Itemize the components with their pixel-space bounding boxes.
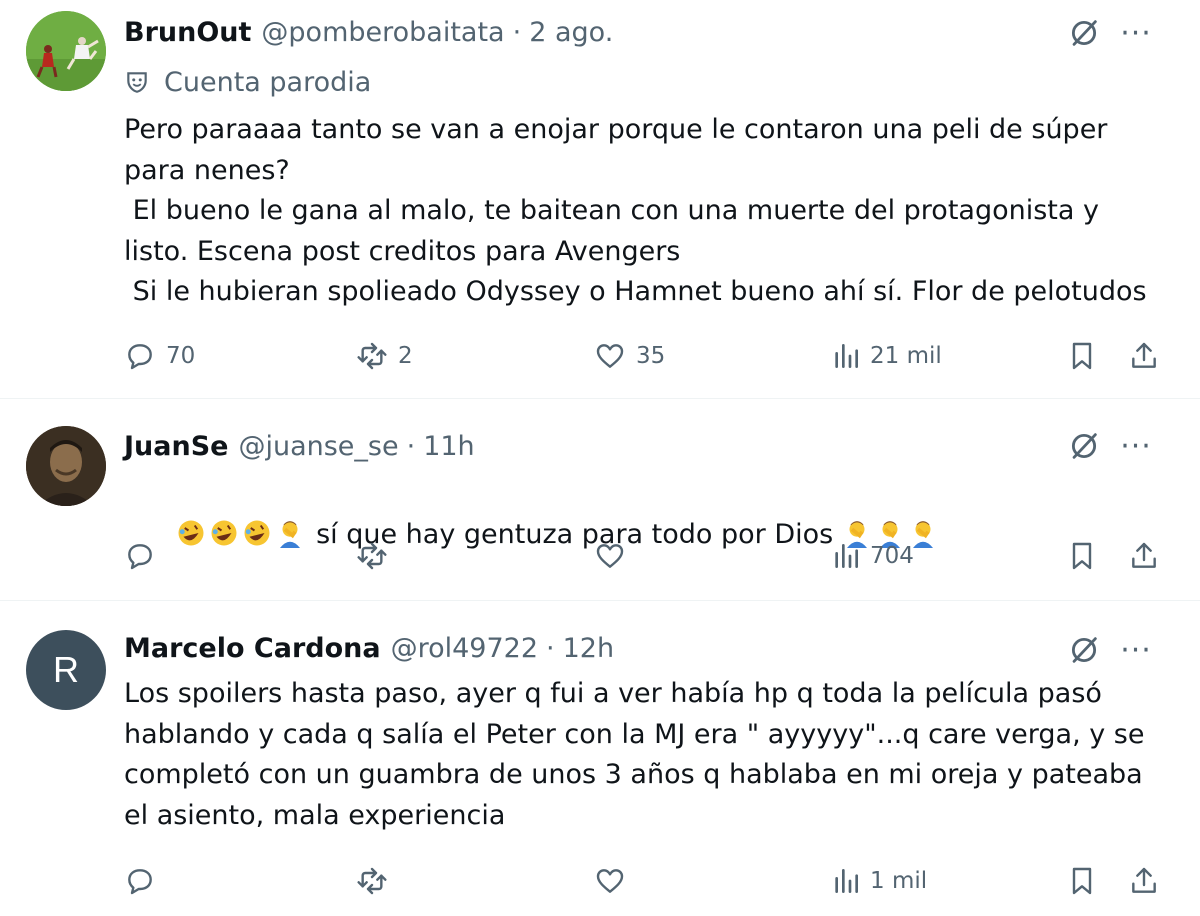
bookmark-icon	[1072, 867, 1092, 895]
bookmark-icon	[1072, 542, 1092, 570]
reply-icon	[128, 344, 152, 370]
views-icon	[835, 344, 858, 368]
share-icon	[1132, 542, 1156, 568]
tweet-header: BrunOut @pomberobaitata · 2 ago.	[124, 12, 613, 52]
tweet[interactable]: JuanSe @juanse_se · 11h ··· sí que hay g…	[0, 400, 1200, 601]
repost-icon	[357, 542, 387, 570]
more-options-button[interactable]: ···	[1116, 630, 1156, 670]
share-icon	[1132, 342, 1156, 368]
more-icon: ···	[1120, 428, 1152, 464]
avatar-letter: R	[53, 649, 79, 690]
more-icon: ···	[1120, 15, 1152, 51]
repost-button[interactable]: 2	[356, 334, 413, 378]
like-button[interactable]	[594, 859, 636, 903]
repost-count: 2	[398, 343, 413, 369]
repost-button[interactable]	[356, 859, 398, 903]
view-count: 1 mil	[870, 868, 928, 894]
grok-button[interactable]	[1064, 630, 1104, 670]
tweet-text: Los spoilers hasta paso, ayer q fui a ve…	[124, 678, 1145, 831]
action-bar: 70 2 35 21 mil	[0, 334, 1200, 378]
view-count: 21 mil	[870, 343, 942, 369]
like-button[interactable]: 35	[594, 334, 665, 378]
views-button[interactable]: 1 mil	[830, 859, 927, 903]
grok-icon	[1071, 433, 1097, 459]
views-button[interactable]: 704	[830, 534, 914, 578]
repost-icon	[357, 867, 387, 895]
like-button[interactable]	[594, 534, 636, 578]
repost-icon	[357, 342, 387, 370]
display-name[interactable]: JuanSe	[124, 431, 228, 462]
user-handle[interactable]: @juanse_se	[238, 431, 398, 462]
views-icon	[835, 544, 858, 568]
timestamp[interactable]: 2 ago.	[529, 17, 613, 48]
more-options-button[interactable]: ···	[1116, 13, 1156, 53]
like-icon	[596, 544, 624, 568]
display-name[interactable]: Marcelo Cardona	[124, 633, 381, 664]
repost-button[interactable]	[356, 534, 398, 578]
parody-mask-icon	[127, 72, 147, 93]
reply-count: 70	[166, 343, 196, 369]
grok-button[interactable]	[1064, 426, 1104, 466]
more-icon: ···	[1120, 632, 1152, 668]
display-name[interactable]: BrunOut	[124, 17, 251, 48]
timestamp[interactable]: 11h	[423, 431, 474, 462]
reply-button[interactable]: 70	[124, 334, 195, 378]
separator: ·	[512, 16, 522, 48]
bookmark-button[interactable]	[1066, 534, 1098, 578]
parody-label: Cuenta parodia	[124, 62, 371, 102]
like-count: 35	[636, 343, 666, 369]
tweet-header: JuanSe @juanse_se · 11h	[124, 426, 475, 466]
views-button[interactable]: 21 mil	[830, 334, 942, 378]
avatar[interactable]	[26, 426, 106, 506]
like-icon	[596, 344, 624, 368]
share-icon	[1132, 867, 1156, 893]
grok-icon	[1071, 637, 1097, 663]
timestamp[interactable]: 12h	[563, 633, 614, 664]
tweet-header: Marcelo Cardona @rol49722 · 12h	[124, 628, 614, 668]
action-bar: 704	[0, 534, 1200, 578]
avatar[interactable]	[26, 11, 106, 91]
action-bar: 1 mil	[0, 859, 1200, 903]
reply-button[interactable]	[124, 859, 166, 903]
tweet[interactable]: R Marcelo Cardona @rol49722 · 12h ··· Lo…	[0, 602, 1200, 916]
bookmark-icon	[1072, 342, 1092, 370]
like-icon	[596, 869, 624, 893]
parody-text: Cuenta parodia	[164, 66, 372, 98]
separator: ·	[546, 632, 555, 664]
share-button[interactable]	[1128, 334, 1160, 378]
tweet[interactable]: BrunOut @pomberobaitata · 2 ago. Cuenta …	[0, 0, 1200, 399]
bookmark-button[interactable]	[1066, 859, 1098, 903]
tweet-text: Pero paraaaa tanto se van a enojar porqu…	[124, 114, 1147, 307]
share-button[interactable]	[1128, 859, 1160, 903]
bookmark-button[interactable]	[1066, 334, 1098, 378]
reply-button[interactable]	[124, 534, 166, 578]
user-handle[interactable]: @rol49722	[391, 633, 538, 664]
separator: ·	[406, 430, 416, 462]
user-handle[interactable]: @pomberobaitata	[261, 17, 504, 48]
reply-feed: BrunOut @pomberobaitata · 2 ago. Cuenta …	[0, 0, 1200, 916]
share-button[interactable]	[1128, 534, 1160, 578]
grok-icon	[1071, 20, 1097, 46]
view-count: 704	[870, 543, 914, 569]
avatar[interactable]: R	[26, 630, 106, 710]
more-options-button[interactable]: ···	[1116, 426, 1156, 466]
reply-icon	[128, 544, 152, 570]
grok-button[interactable]	[1064, 13, 1104, 53]
views-icon	[835, 869, 858, 893]
reply-icon	[128, 869, 152, 895]
